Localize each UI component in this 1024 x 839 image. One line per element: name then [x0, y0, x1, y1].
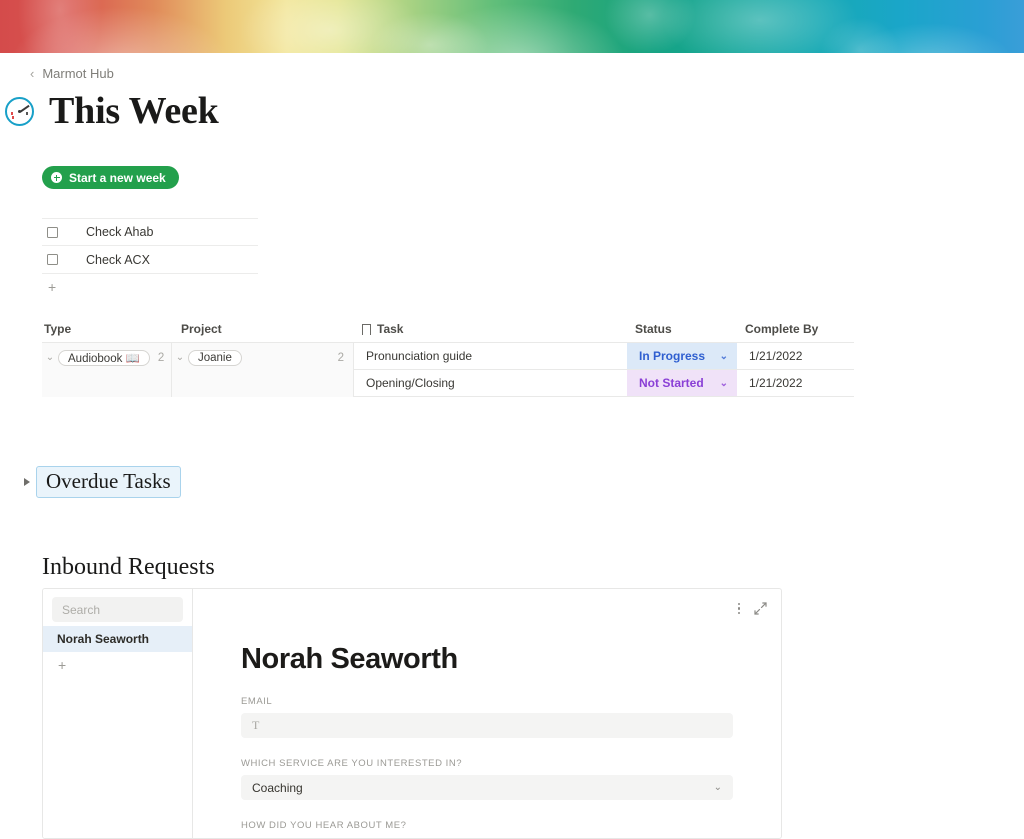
- field-label-referral: HOW DID YOU HEAR ABOUT ME?: [241, 820, 407, 831]
- inbound-record-detail: Norah Seaworth EMAIL T WHICH SERVICE ARE…: [193, 589, 781, 838]
- plus-circle-icon: [51, 172, 62, 183]
- column-header-project[interactable]: Project: [179, 322, 360, 336]
- field-service: WHICH SERVICE ARE YOU INTERESTED IN? Coa…: [241, 758, 733, 800]
- chevron-down-icon[interactable]: ⌄: [42, 350, 58, 366]
- stopwatch-tick: [11, 111, 13, 115]
- inbound-requests-title[interactable]: Inbound Requests: [42, 554, 215, 581]
- status-label: Not Started: [639, 376, 704, 390]
- service-select-value: Coaching: [252, 780, 303, 795]
- checklist: Check Ahab Check ACX +: [42, 218, 258, 300]
- type-pill[interactable]: Audiobook 📖: [58, 350, 150, 366]
- chevron-down-icon[interactable]: ⌄: [720, 378, 728, 389]
- chevron-down-icon[interactable]: ⌄: [714, 782, 722, 793]
- cell-status[interactable]: In Progress ⌄: [627, 343, 737, 369]
- table-header-row: Type Project Task Status Complete By: [42, 322, 854, 342]
- search-input[interactable]: [52, 597, 183, 622]
- stopwatch-tick: [12, 115, 14, 119]
- cell-complete-by[interactable]: 1/21/2022: [737, 370, 848, 396]
- project-group-count: 2: [337, 352, 344, 364]
- cell-task[interactable]: Pronunciation guide: [354, 343, 627, 369]
- overdue-tasks-toggle[interactable]: Overdue Tasks: [24, 466, 181, 499]
- triangle-right-icon[interactable]: [24, 478, 30, 487]
- cell-status[interactable]: Not Started ⌄: [627, 370, 737, 396]
- cover-banner[interactable]: [0, 0, 1024, 53]
- expand-icon[interactable]: [754, 602, 767, 615]
- inbound-list-sidebar: Norah Seaworth +: [43, 589, 193, 838]
- field-label-service: WHICH SERVICE ARE YOU INTERESTED IN?: [241, 758, 463, 769]
- text-type-icon: T: [252, 718, 260, 732]
- add-request-button[interactable]: +: [43, 652, 192, 678]
- checkbox[interactable]: [47, 254, 58, 265]
- list-item-label: Norah Seaworth: [57, 632, 150, 646]
- field-label-email: EMAIL: [241, 696, 273, 707]
- cell-task[interactable]: Opening/Closing: [354, 370, 627, 396]
- column-header-complete-by[interactable]: Complete By: [743, 322, 854, 336]
- page-title[interactable]: This Week: [49, 92, 219, 130]
- bookmark-icon: [361, 323, 372, 340]
- column-header-type[interactable]: Type: [42, 322, 179, 336]
- stopwatch-tick: [26, 111, 28, 115]
- email-field[interactable]: T: [241, 713, 733, 738]
- project-pill[interactable]: Joanie: [188, 350, 242, 366]
- checklist-item[interactable]: Check Ahab: [42, 218, 258, 246]
- table-rows: Pronunciation guide In Progress ⌄ 1/21/2…: [354, 343, 854, 397]
- column-header-task[interactable]: Task: [360, 322, 633, 340]
- type-group-count: 2: [157, 352, 165, 364]
- more-options-icon[interactable]: [737, 603, 740, 614]
- table-row[interactable]: Pronunciation guide In Progress ⌄ 1/21/2…: [354, 343, 854, 370]
- cell-complete-by[interactable]: 1/21/2022: [737, 343, 848, 369]
- service-select[interactable]: Coaching ⌄: [241, 775, 733, 800]
- chevron-left-icon[interactable]: ‹: [30, 67, 34, 80]
- group-cell-type[interactable]: ⌄ Audiobook 📖 2: [42, 343, 172, 397]
- panel-tools: [737, 602, 767, 615]
- start-new-week-label: Start a new week: [69, 170, 166, 185]
- stopwatch-icon[interactable]: [5, 96, 34, 126]
- inbound-requests-panel: Norah Seaworth + Norah Seaworth EMAIL: [42, 588, 782, 839]
- tasks-table: Type Project Task Status Complete By ⌄ A…: [42, 322, 854, 397]
- checkbox[interactable]: [47, 226, 58, 238]
- breadcrumb[interactable]: ‹ Marmot Hub: [30, 66, 114, 81]
- breadcrumb-parent-link[interactable]: Marmot Hub: [42, 66, 114, 81]
- table-body: ⌄ Audiobook 📖 2 ⌄ Joanie 2 Pronunciation…: [42, 342, 854, 397]
- list-item[interactable]: Norah Seaworth: [43, 626, 192, 652]
- page-root: ‹ Marmot Hub This Week Start a new week …: [0, 0, 1024, 839]
- column-header-status[interactable]: Status: [633, 322, 743, 336]
- field-referral: HOW DID YOU HEAR ABOUT ME?: [241, 820, 733, 831]
- status-label: In Progress: [639, 349, 706, 363]
- overdue-tasks-label[interactable]: Overdue Tasks: [36, 466, 181, 499]
- chevron-down-icon[interactable]: ⌄: [172, 350, 188, 366]
- checklist-item-label: Check ACX: [86, 252, 150, 267]
- table-row[interactable]: Opening/Closing Not Started ⌄ 1/21/2022: [354, 370, 854, 397]
- page-header: This Week: [5, 92, 219, 130]
- checklist-add-row-button[interactable]: +: [42, 274, 258, 300]
- group-cell-project[interactable]: ⌄ Joanie 2: [172, 343, 354, 397]
- chevron-down-icon[interactable]: ⌄: [720, 351, 728, 362]
- cover-smoke-overlay: [0, 0, 1024, 53]
- column-header-task-label: Task: [377, 322, 404, 336]
- checklist-item[interactable]: Check ACX: [42, 246, 258, 274]
- checklist-item-label: Check Ahab: [86, 225, 154, 239]
- record-title[interactable]: Norah Seaworth: [241, 643, 733, 676]
- field-email: EMAIL T: [241, 696, 733, 738]
- start-new-week-button[interactable]: Start a new week: [42, 166, 179, 189]
